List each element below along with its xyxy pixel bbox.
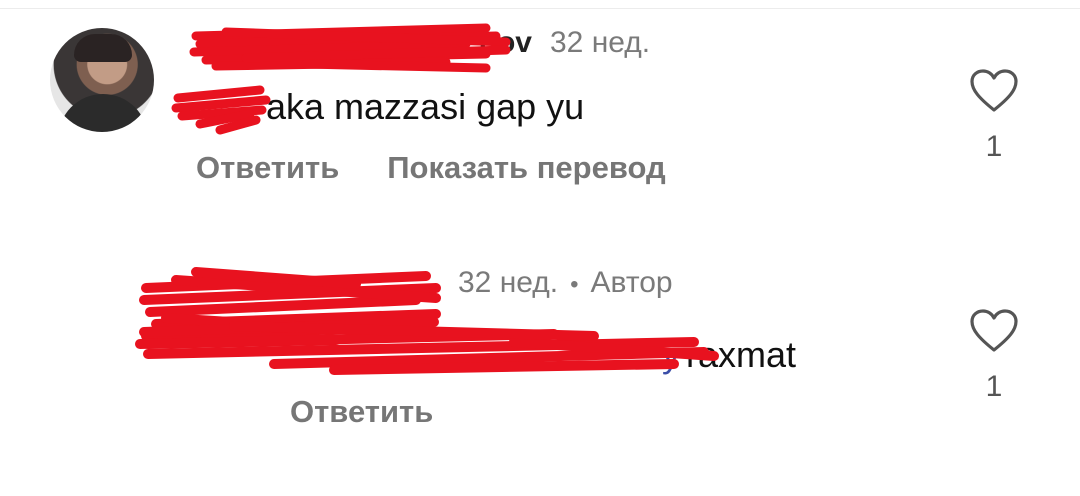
like-control: 1 [964, 308, 1024, 404]
like-count: 1 [985, 370, 1003, 403]
comment-1: …bov 32 нед. aka mazzasi gap yu Ответить… [0, 0, 1080, 220]
author-badge: Автор [590, 266, 673, 299]
comment-body: aka mazzasi gap yu [266, 86, 585, 127]
comment-2: 32 нед. • Автор …y raxmat Ответить 1 [0, 240, 1080, 460]
reply-button[interactable]: Ответить [196, 150, 339, 186]
timestamp: 32 нед. [550, 26, 651, 59]
comment-meta: 32 нед. • Автор [150, 266, 673, 300]
timestamp: 32 нед. [458, 266, 559, 299]
comment-text: …y raxmat [140, 334, 796, 376]
heart-outline-icon[interactable] [969, 68, 1019, 114]
avatar[interactable] [50, 28, 154, 132]
comment-actions: Ответить [290, 394, 433, 430]
separator-dot: • [570, 271, 579, 298]
comment-actions: Ответить Показать перевод [196, 150, 666, 186]
comment-body: raxmat [686, 334, 797, 375]
comment-meta: …bov 32 нед. [192, 26, 650, 60]
show-translation-button[interactable]: Показать перевод [387, 150, 665, 186]
username[interactable]: …bov [192, 26, 532, 60]
like-count: 1 [985, 130, 1003, 163]
mention-link[interactable]: …y [140, 334, 680, 376]
heart-outline-icon[interactable] [969, 308, 1019, 354]
comment-text: aka mazzasi gap yu [174, 86, 584, 128]
like-control: 1 [964, 68, 1024, 164]
reply-button[interactable]: Ответить [290, 394, 433, 430]
